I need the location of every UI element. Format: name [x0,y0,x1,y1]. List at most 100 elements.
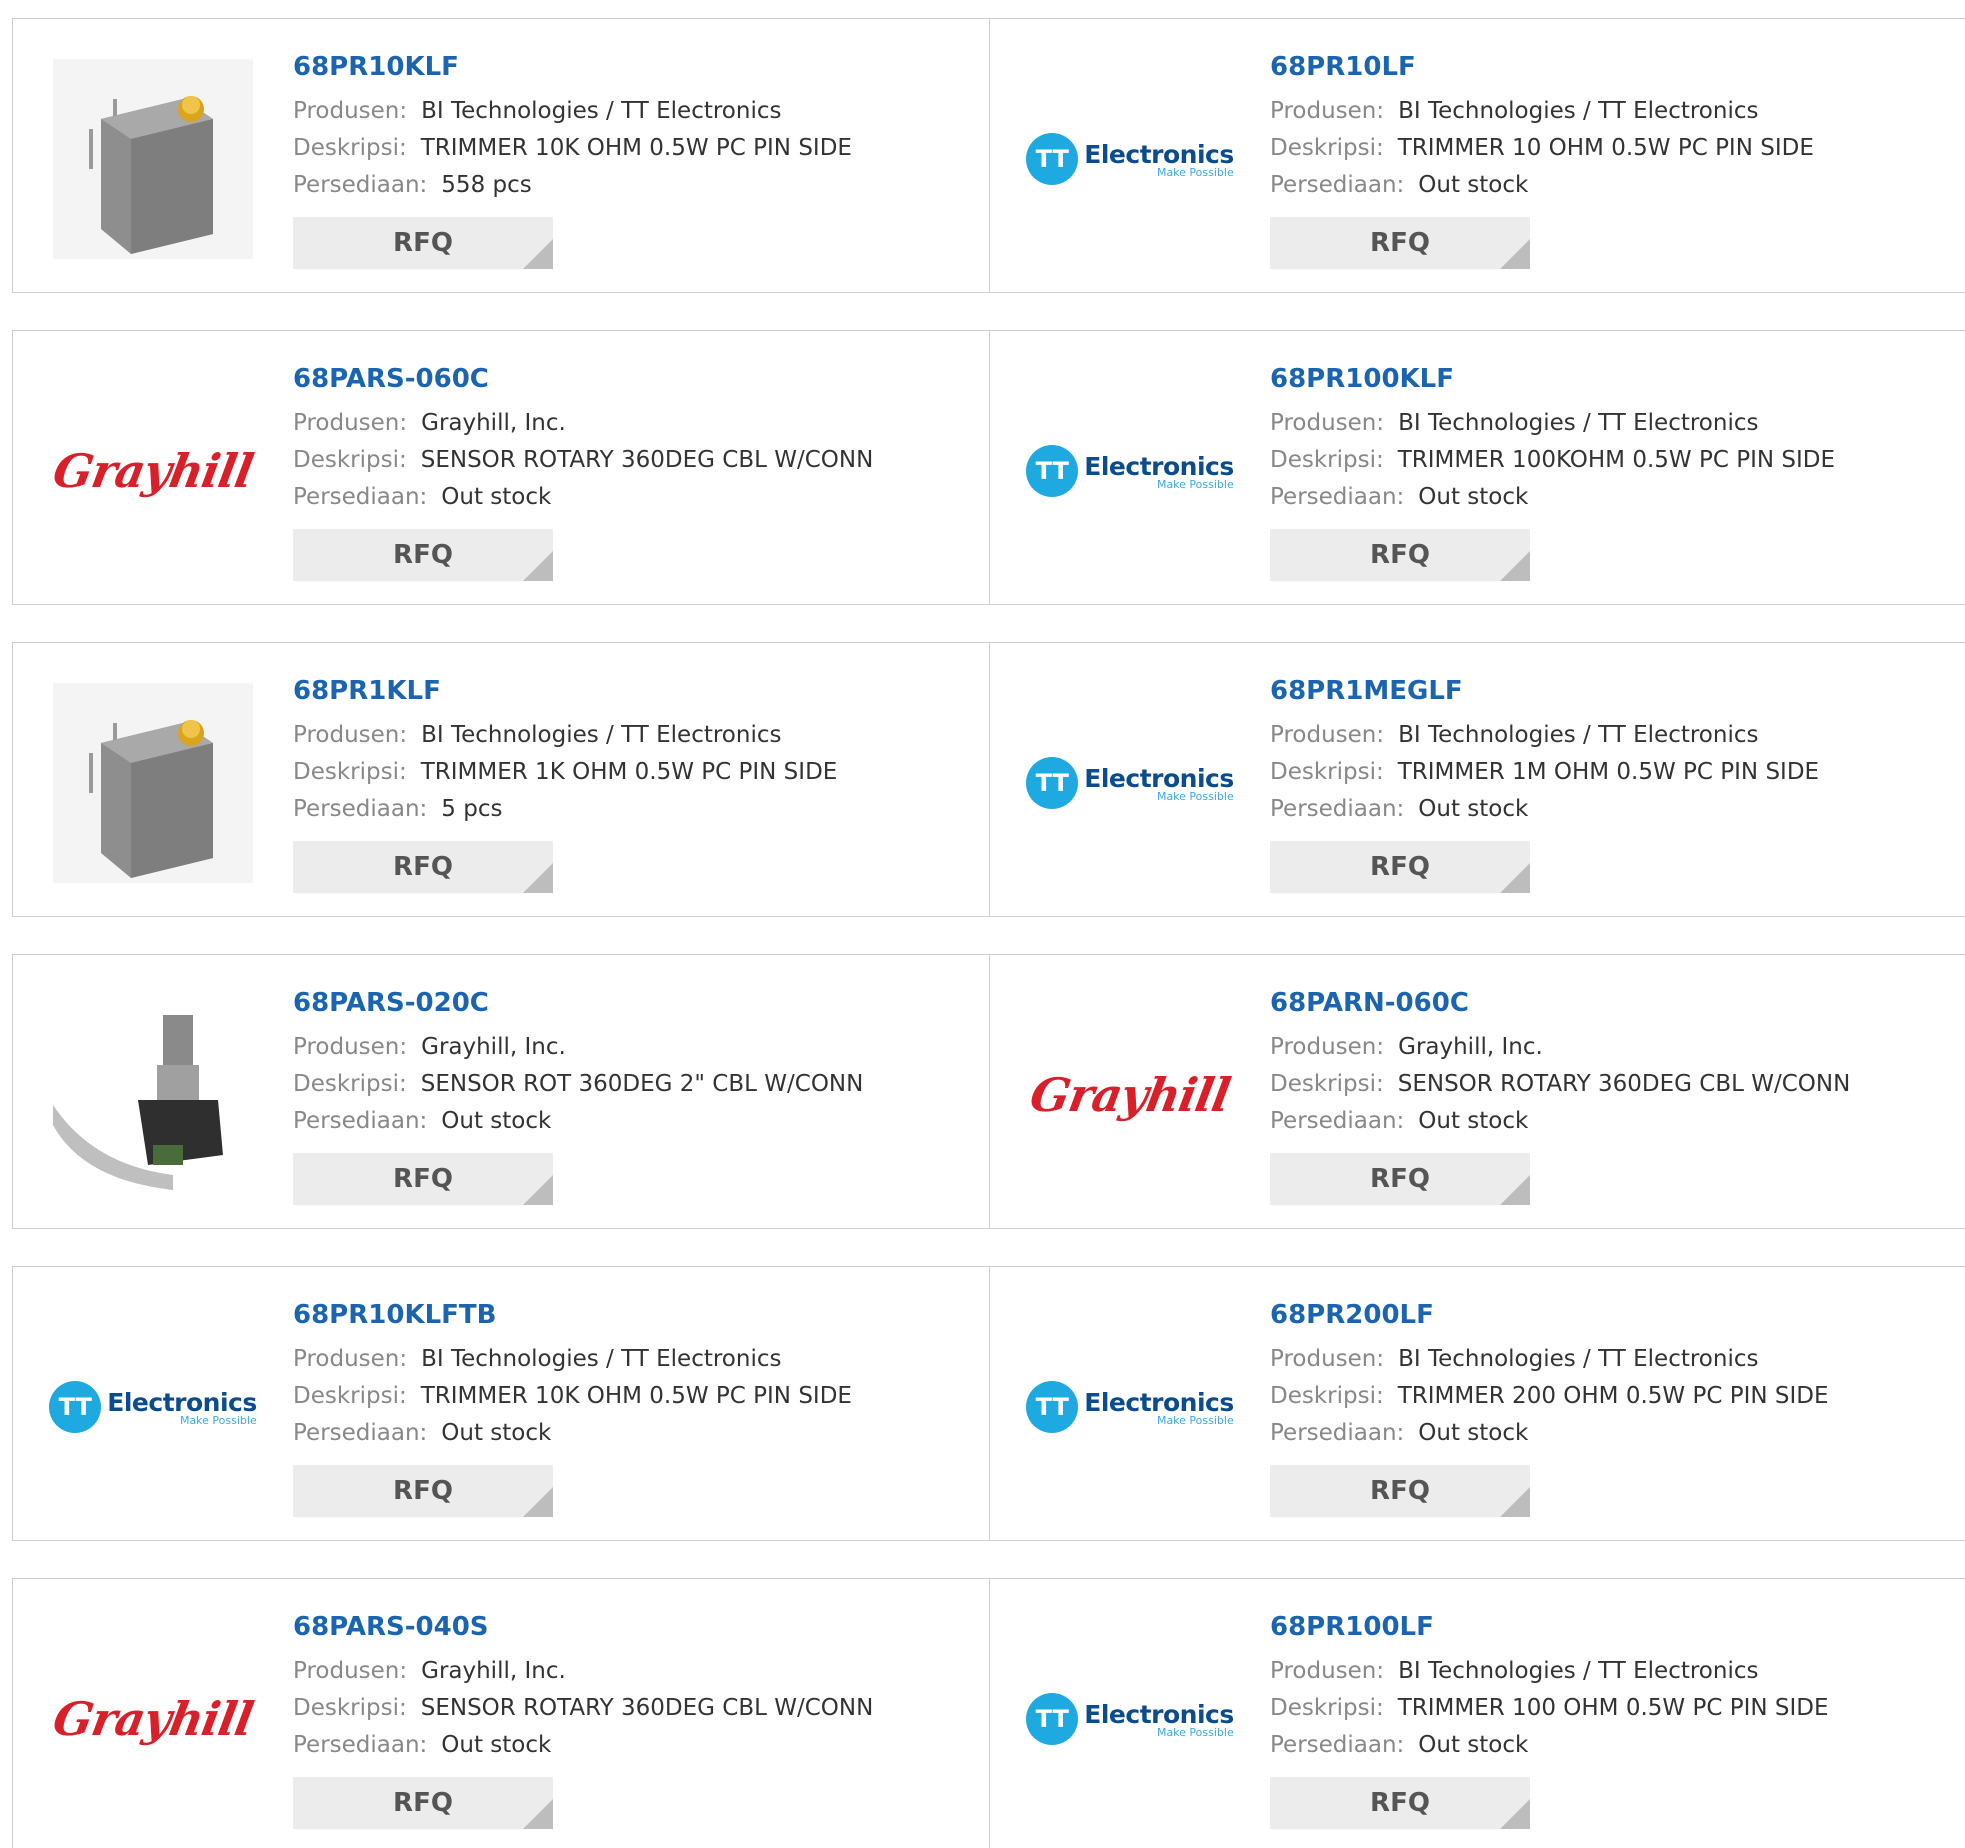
description-value: TRIMMER 200 OHM 0.5W PC PIN SIDE [1397,1383,1829,1409]
part-number-link[interactable]: 68PR10KLFTB [293,1297,979,1333]
rfq-button[interactable]: RFQ [293,841,553,893]
part-number-link[interactable]: 68PR10KLF [293,49,979,85]
description-value: SENSOR ROT 360DEG 2" CBL W/CONN [420,1071,864,1097]
rfq-label: RFQ [393,1476,453,1506]
part-number-link[interactable]: 68PR100KLF [1270,361,1955,397]
stock-value: Out stock [441,484,552,510]
producer-line: Produsen: BI Technologies / TT Electronic… [293,93,979,130]
description-label: Deskripsi: [1270,1383,1384,1409]
rfq-button[interactable]: RFQ [293,529,553,581]
stock-line: Persediaan: Out stock [1270,167,1955,204]
stock-line: Persediaan: Out stock [1270,1727,1955,1764]
stock-value: Out stock [441,1108,552,1134]
producer-value: Grayhill, Inc. [421,1034,566,1060]
product-image[interactable] [53,995,253,1195]
part-number-link[interactable]: 68PARS-020C [293,985,979,1021]
corner-triangle-icon [523,1799,553,1829]
corner-triangle-icon [1500,863,1530,893]
rfq-label: RFQ [1370,852,1430,882]
rfq-button[interactable]: RFQ [293,1465,553,1517]
producer-label: Produsen: [1270,98,1385,124]
corner-triangle-icon [1500,551,1530,581]
description-value: TRIMMER 10K OHM 0.5W PC PIN SIDE [420,135,852,161]
product-card: TT Electronics Make Possible 68PR10LF Prod… [989,19,1965,292]
description-label: Deskripsi: [293,135,407,161]
rfq-label: RFQ [1370,540,1430,570]
rfq-button[interactable]: RFQ [293,1777,553,1829]
description-label: Deskripsi: [1270,447,1384,473]
rfq-button[interactable]: RFQ [1270,1465,1530,1517]
tt-electronics-logo: TT Electronics Make Possible [1026,757,1234,809]
description-value: SENSOR ROTARY 360DEG CBL W/CONN [1397,1071,1851,1097]
product-image[interactable]: TT Electronics Make Possible [1026,59,1234,259]
tt-electronics-logo: TT Electronics Make Possible [1026,1381,1234,1433]
description-line: Deskripsi: SENSOR ROTARY 360DEG CBL W/CON… [293,442,979,479]
description-value: SENSOR ROTARY 360DEG CBL W/CONN [420,447,874,473]
description-line: Deskripsi: TRIMMER 100 OHM 0.5W PC PIN SI… [1270,1690,1955,1727]
trimmer-photo-icon [53,683,253,883]
corner-triangle-icon [1500,1175,1530,1205]
product-image[interactable]: Grayhill [1026,995,1234,1195]
part-number-link[interactable]: 68PR1KLF [293,673,979,709]
tt-mark-icon: TT [1026,445,1079,497]
product-image[interactable]: Grayhill [49,371,257,571]
product-card: TT Electronics Make Possible 68PR100LF Pro… [989,1579,1965,1848]
part-number-link[interactable]: 68PARS-040S [293,1609,979,1645]
rfq-label: RFQ [1370,1476,1430,1506]
part-number-link[interactable]: 68PR200LF [1270,1297,1955,1333]
stock-line: Persediaan: Out stock [293,479,979,516]
producer-value: BI Technologies / TT Electronics [1398,98,1759,124]
rfq-button[interactable]: RFQ [1270,529,1530,581]
product-image[interactable] [53,59,253,259]
product-image[interactable]: TT Electronics Make Possible [1026,1307,1234,1507]
product-card: TT Electronics Make Possible 68PR1MEGLF Pr… [989,643,1965,916]
rfq-button[interactable]: RFQ [1270,1777,1530,1829]
stock-value: Out stock [1418,1420,1529,1446]
stock-label: Persediaan: [293,1108,428,1134]
stock-line: Persediaan: Out stock [1270,1103,1955,1140]
description-label: Deskripsi: [293,1383,407,1409]
description-line: Deskripsi: TRIMMER 100KOHM 0.5W PC PIN SI… [1270,442,1955,479]
stock-value: 558 pcs [441,172,532,198]
product-image[interactable]: Grayhill [49,1619,257,1819]
rfq-button[interactable]: RFQ [1270,841,1530,893]
producer-value: Grayhill, Inc. [421,1658,566,1684]
producer-label: Produsen: [293,1658,408,1684]
rfq-label: RFQ [393,540,453,570]
stock-label: Persediaan: [1270,172,1405,198]
product-image[interactable]: TT Electronics Make Possible [49,1307,257,1507]
product-row: TT Electronics Make Possible 68PR10KLFTB P… [12,1266,1965,1541]
description-line: Deskripsi: TRIMMER 1M OHM 0.5W PC PIN SID… [1270,754,1955,791]
description-value: TRIMMER 10K OHM 0.5W PC PIN SIDE [420,1383,852,1409]
description-line: Deskripsi: SENSOR ROT 360DEG 2" CBL W/CON… [293,1066,979,1103]
product-image[interactable]: TT Electronics Make Possible [1026,371,1234,571]
description-value: SENSOR ROTARY 360DEG CBL W/CONN [420,1695,874,1721]
part-number-link[interactable]: 68PARS-060C [293,361,979,397]
part-number-link[interactable]: 68PR10LF [1270,49,1955,85]
tt-electronics-logo: TT Electronics Make Possible [1026,1693,1234,1745]
producer-value: BI Technologies / TT Electronics [1398,1658,1759,1684]
part-number-link[interactable]: 68PR1MEGLF [1270,673,1955,709]
rfq-button[interactable]: RFQ [1270,1153,1530,1205]
part-number-link[interactable]: 68PARN-060C [1270,985,1955,1021]
rfq-button[interactable]: RFQ [293,217,553,269]
tt-mark-icon: TT [1026,1693,1079,1745]
product-card: TT Electronics Make Possible 68PR10KLFTB P… [13,1267,989,1540]
part-number-link[interactable]: 68PR100LF [1270,1609,1955,1645]
stock-label: Persediaan: [293,484,428,510]
producer-line: Produsen: BI Technologies / TT Electronic… [293,717,979,754]
description-label: Deskripsi: [293,1071,407,1097]
producer-label: Produsen: [1270,410,1385,436]
stock-label: Persediaan: [293,796,428,822]
product-row: Grayhill 68PARS-060C Produsen: Grayhill, … [12,330,1965,605]
rfq-button[interactable]: RFQ [293,1153,553,1205]
rfq-button[interactable]: RFQ [1270,217,1530,269]
product-image[interactable]: TT Electronics Make Possible [1026,1619,1234,1819]
rfq-label: RFQ [1370,228,1430,258]
product-card: Grayhill 68PARS-040S Produsen: Grayhill, … [13,1579,989,1848]
stock-value: Out stock [1418,796,1529,822]
tt-mark-icon: TT [1026,757,1079,809]
description-value: TRIMMER 100 OHM 0.5W PC PIN SIDE [1397,1695,1829,1721]
product-image[interactable] [53,683,253,883]
product-image[interactable]: TT Electronics Make Possible [1026,683,1234,883]
